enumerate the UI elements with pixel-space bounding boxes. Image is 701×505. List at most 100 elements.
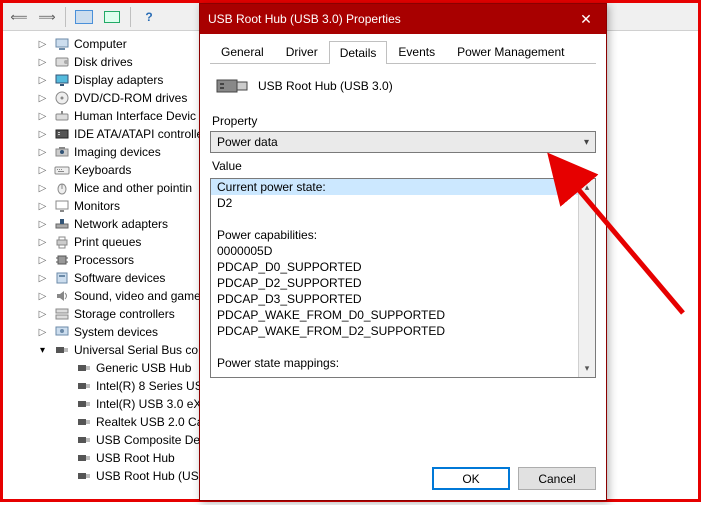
dvd-icon [54,90,70,106]
tree-item-label: Print queues [74,235,141,249]
value-row[interactable]: PDCAP_D3_SUPPORTED [211,291,578,307]
expand-icon[interactable]: ▷ [37,201,48,212]
scrollbar[interactable]: ▴ ▾ [578,179,595,377]
disk-icon [54,54,70,70]
expand-icon[interactable]: ▷ [37,93,48,104]
expand-icon[interactable]: ▷ [37,309,48,320]
expand-icon[interactable]: ▷ [37,237,48,248]
software-icon [54,270,70,286]
usb-icon [76,468,92,484]
tree-item-label: Generic USB Hub [96,361,191,375]
scroll-track[interactable] [579,196,595,360]
property-selected: Power data [217,135,278,149]
value-row[interactable]: PDCAP_WAKE_FROM_D2_SUPPORTED [211,323,578,339]
tab-events[interactable]: Events [387,40,446,63]
value-row[interactable]: PDCAP_D0_SUPPORTED [211,259,578,275]
help-button[interactable]: ? [137,6,161,28]
view-button[interactable] [100,6,124,28]
expand-icon[interactable]: ▷ [37,75,48,86]
value-row[interactable]: Power capabilities: [211,227,578,243]
expand-icon[interactable]: ▷ [37,129,48,140]
tree-item-label: Storage controllers [74,307,175,321]
tree-item-label: Network adapters [74,217,168,231]
tab-power-management[interactable]: Power Management [446,40,575,63]
tree-item-label: Keyboards [74,163,131,177]
tree-item-label: Computer [74,37,127,51]
expand-icon[interactable]: ▷ [37,111,48,122]
expand-icon[interactable]: ▷ [37,255,48,266]
display-icon [54,72,70,88]
expand-icon[interactable]: ▷ [37,327,48,338]
tree-item-label: Intel(R) 8 Series USB [96,379,211,393]
tree-item-label: Universal Serial Bus co [74,343,198,357]
tree-item-label: Display adapters [74,73,163,87]
value-row[interactable] [211,211,578,227]
value-row[interactable]: PDCAP_WAKE_FROM_D0_SUPPORTED [211,307,578,323]
tree-item-label: USB Composite Dev [96,433,206,447]
collapse-icon[interactable]: ▾ [37,345,48,356]
usb-icon [76,360,92,376]
no-expand [59,417,70,428]
tab-general[interactable]: General [210,40,275,63]
expand-icon[interactable]: ▷ [37,273,48,284]
tree-item-label: DVD/CD-ROM drives [74,91,187,105]
usb-icon [76,396,92,412]
tab-strip: GeneralDriverDetailsEventsPower Manageme… [210,40,596,64]
cancel-button[interactable]: Cancel [518,467,596,490]
expand-icon[interactable]: ▷ [37,291,48,302]
scroll-up-button[interactable]: ▴ [579,179,595,196]
expand-icon[interactable]: ▷ [37,219,48,230]
tree-item-label: Realtek USB 2.0 Car [96,415,207,429]
value-label: Value [212,159,596,173]
device-name: USB Root Hub (USB 3.0) [258,79,393,93]
no-expand [59,471,70,482]
computer-icon [54,36,70,52]
value-row[interactable]: Current power state: [211,179,578,195]
properties-dialog: USB Root Hub (USB 3.0) Properties ✕ Gene… [199,3,607,501]
tree-item-label: Sound, video and game [74,289,201,303]
expand-icon[interactable]: ▷ [37,147,48,158]
mouse-icon [54,180,70,196]
scroll-down-button[interactable]: ▾ [579,360,595,377]
tree-item-label: Disk drives [74,55,133,69]
dialog-title: USB Root Hub (USB 3.0) Properties [208,12,566,26]
storage-icon [54,306,70,322]
tree-item-label: Mice and other pointin [74,181,192,195]
usb-icon [76,378,92,394]
value-row[interactable]: Power state mappings: [211,355,578,371]
value-listbox[interactable]: Current power state:D2 Power capabilities… [210,178,596,378]
usb-icon [54,342,70,358]
value-row[interactable]: 0000005D [211,243,578,259]
show-all-button[interactable] [72,6,96,28]
usb-connector-icon [216,76,248,96]
property-dropdown[interactable]: Power data ▾ [210,131,596,153]
expand-icon[interactable]: ▷ [37,183,48,194]
usb-icon [76,450,92,466]
sound-icon [54,288,70,304]
usb-icon [76,432,92,448]
ok-button[interactable]: OK [432,467,510,490]
network-icon [54,216,70,232]
monitor-icon [54,198,70,214]
cpu-icon [54,252,70,268]
no-expand [59,435,70,446]
value-row[interactable] [211,339,578,355]
expand-icon[interactable]: ▷ [37,57,48,68]
nav-back-button[interactable]: ⟸ [7,6,31,28]
value-row[interactable]: PDCAP_D2_SUPPORTED [211,275,578,291]
expand-icon[interactable]: ▷ [37,165,48,176]
tab-driver[interactable]: Driver [275,40,329,63]
no-expand [59,381,70,392]
tab-details[interactable]: Details [329,41,388,64]
tree-item-label: Processors [74,253,134,267]
no-expand [59,453,70,464]
no-expand [59,399,70,410]
tree-item-label: System devices [74,325,158,339]
nav-forward-button[interactable]: ⟹ [35,6,59,28]
property-label: Property [212,114,596,128]
dialog-titlebar[interactable]: USB Root Hub (USB 3.0) Properties ✕ [200,4,606,34]
hid-icon [54,108,70,124]
close-button[interactable]: ✕ [566,4,606,34]
value-row[interactable]: D2 [211,195,578,211]
expand-icon[interactable]: ▷ [37,39,48,50]
